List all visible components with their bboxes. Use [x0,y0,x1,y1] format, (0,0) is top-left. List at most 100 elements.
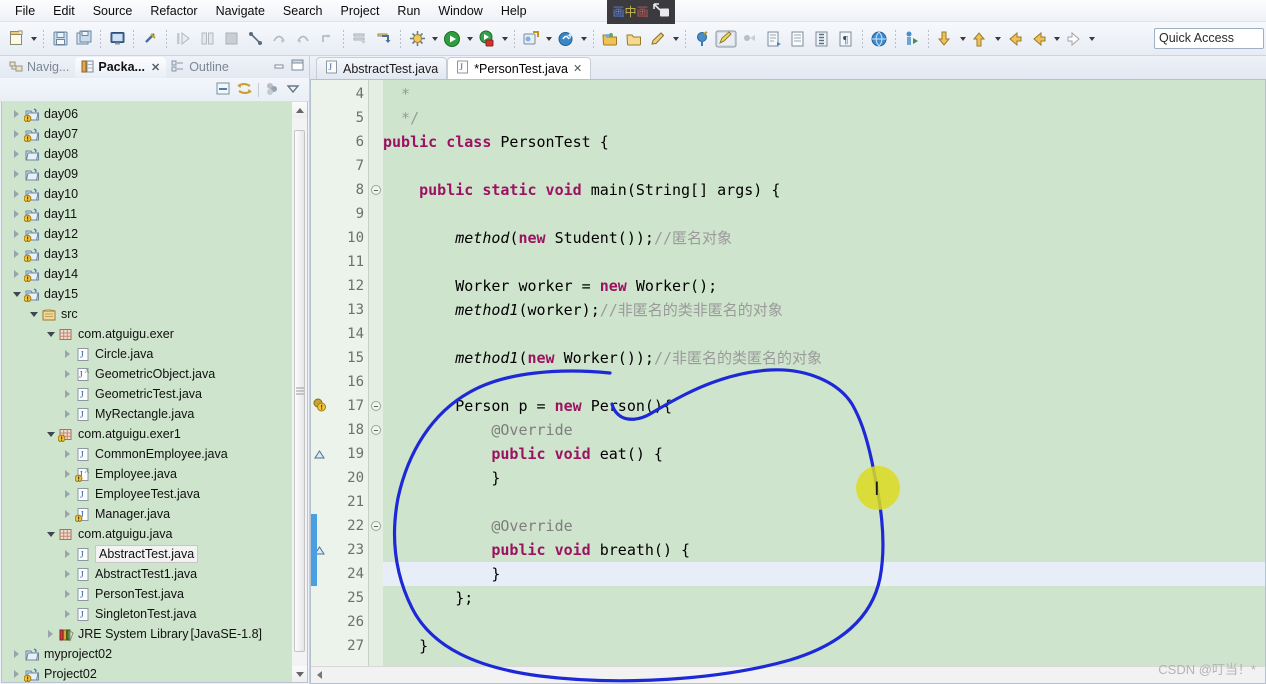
tree-collapse-arrow-icon[interactable] [27,304,40,324]
filter-icon[interactable] [264,81,280,99]
tree-item[interactable]: src [2,304,291,324]
tree-expand-arrow-icon[interactable] [10,644,23,664]
tree-item[interactable]: J GeometricTest.java [2,384,291,404]
tree-expand-arrow-icon[interactable] [61,364,74,384]
open-type-icon[interactable] [599,28,621,50]
back-arrow-icon[interactable] [1028,28,1050,50]
task-icon[interactable] [763,28,785,50]
tree-expand-arrow-icon[interactable] [10,184,23,204]
quick-access-input[interactable]: Quick Access [1154,28,1264,49]
editor-folding-column[interactable] [369,80,383,683]
tree-item[interactable]: J AbstractTest1.java [2,564,291,584]
save-icon[interactable] [49,28,71,50]
tree-item[interactable]: day11 [2,204,291,224]
tree-item[interactable]: Project02 [2,664,291,682]
view-tab-package-explorer[interactable]: Packa... ✕ [75,57,167,78]
tree-item[interactable]: day14 [2,264,291,284]
scroll-down-button[interactable] [292,666,307,682]
editor-marker-gutter[interactable] [311,80,329,683]
view-tab-outline[interactable]: Outline [166,57,235,78]
run-caret[interactable] [464,28,475,50]
picture-in-picture-icon[interactable] [652,3,670,21]
tree-expand-arrow-icon[interactable] [61,504,74,524]
code-line[interactable]: } [383,634,428,658]
debug-icon[interactable] [476,28,498,50]
tree-item[interactable]: J CommonEmployee.java [2,444,291,464]
code-line[interactable]: method1(new Worker());//非匿名的类匿名的对象 [383,346,822,370]
fold-collapse-icon[interactable] [371,425,381,435]
code-line[interactable]: @Override [383,514,572,538]
menu-item-project[interactable]: Project [332,2,389,20]
tree-expand-arrow-icon[interactable] [61,464,74,484]
warning-marker-icon[interactable] [313,398,327,412]
tree-collapse-arrow-icon[interactable] [44,424,57,444]
tree-item[interactable]: J Circle.java [2,344,291,364]
tree-item[interactable]: JAEmployee.java [2,464,291,484]
collapse-all-icon[interactable] [215,81,231,99]
up-arrow-icon[interactable] [969,28,991,50]
tree-vertical-scrollbar[interactable] [291,102,307,682]
run-step-icon[interactable] [172,28,194,50]
code-line[interactable]: public class PersonTest { [383,130,609,154]
code-line[interactable]: */ [383,106,419,130]
tree-expand-arrow-icon[interactable] [61,604,74,624]
menu-item-file[interactable]: File [6,2,44,20]
code-line[interactable]: Person p = new Person(){ [383,394,672,418]
tree-expand-arrow-icon[interactable] [10,204,23,224]
menu-item-navigate[interactable]: Navigate [207,2,274,20]
paragraph-icon[interactable]: ¶ [835,28,857,50]
editor-tab-abstracttest[interactable]: J AbstractTest.java [316,57,448,79]
tree-item[interactable]: myproject02 [2,644,291,664]
editor-horizontal-scrollbar[interactable] [311,666,1265,683]
tree-expand-arrow-icon[interactable] [44,624,57,644]
tree-collapse-arrow-icon[interactable] [44,324,57,344]
tree-expand-arrow-icon[interactable] [10,264,23,284]
tree-item[interactable]: day08 [2,144,291,164]
ruler-icon[interactable] [787,28,809,50]
tree-item[interactable]: day12 [2,224,291,244]
back-caret[interactable] [1051,28,1062,50]
maximize-icon[interactable] [290,58,305,75]
down-arrow-icon[interactable] [934,28,956,50]
fold-collapse-icon[interactable] [371,185,381,195]
tree-expand-arrow-icon[interactable] [61,584,74,604]
scroll-up-button[interactable] [292,102,307,118]
console-icon[interactable] [106,28,128,50]
run-icon[interactable] [441,28,463,50]
debug-arrow-icon[interactable] [373,28,395,50]
menu-item-help[interactable]: Help [492,2,536,20]
scroll-left-button[interactable] [311,667,328,684]
tree-expand-arrow-icon[interactable] [10,224,23,244]
up-caret[interactable] [992,28,1003,50]
code-line[interactable]: }; [383,586,473,610]
save-all-icon[interactable] [73,28,95,50]
external-tools-caret[interactable] [543,28,554,50]
menu-item-edit[interactable]: Edit [44,2,84,20]
picture-in-picture-overlay[interactable]: 画 中 画 [607,0,675,24]
stop-icon[interactable] [220,28,242,50]
tree-item[interactable]: J EmployeeTest.java [2,484,291,504]
fold-collapse-icon[interactable] [371,401,381,411]
code-line[interactable]: } [383,466,500,490]
tree-collapse-arrow-icon[interactable] [10,284,23,304]
code-line[interactable]: } [383,562,500,586]
tree-item[interactable]: J PersonTest.java [2,584,291,604]
close-icon[interactable]: ✕ [151,61,160,74]
tree-item[interactable]: J MyRectangle.java [2,404,291,424]
tree-expand-arrow-icon[interactable] [61,344,74,364]
step-over-icon[interactable] [268,28,290,50]
menu-item-source[interactable]: Source [84,2,142,20]
forward-arrow-icon[interactable] [1063,28,1085,50]
annotate-icon[interactable] [739,28,761,50]
tree-item[interactable]: day09 [2,164,291,184]
tree-item[interactable]: day13 [2,244,291,264]
menu-item-refactor[interactable]: Refactor [141,2,206,20]
code-line[interactable]: method1(worker);//非匿名的类非匿名的对象 [383,298,783,322]
tree-expand-arrow-icon[interactable] [10,104,23,124]
step-return-icon[interactable] [292,28,314,50]
back-star-icon[interactable] [1004,28,1026,50]
marker-icon[interactable] [691,28,713,50]
editor-source-text[interactable]: * */ public class PersonTest { public sta… [383,80,1265,683]
tree-expand-arrow-icon[interactable] [10,664,23,682]
step-into-icon[interactable] [244,28,266,50]
